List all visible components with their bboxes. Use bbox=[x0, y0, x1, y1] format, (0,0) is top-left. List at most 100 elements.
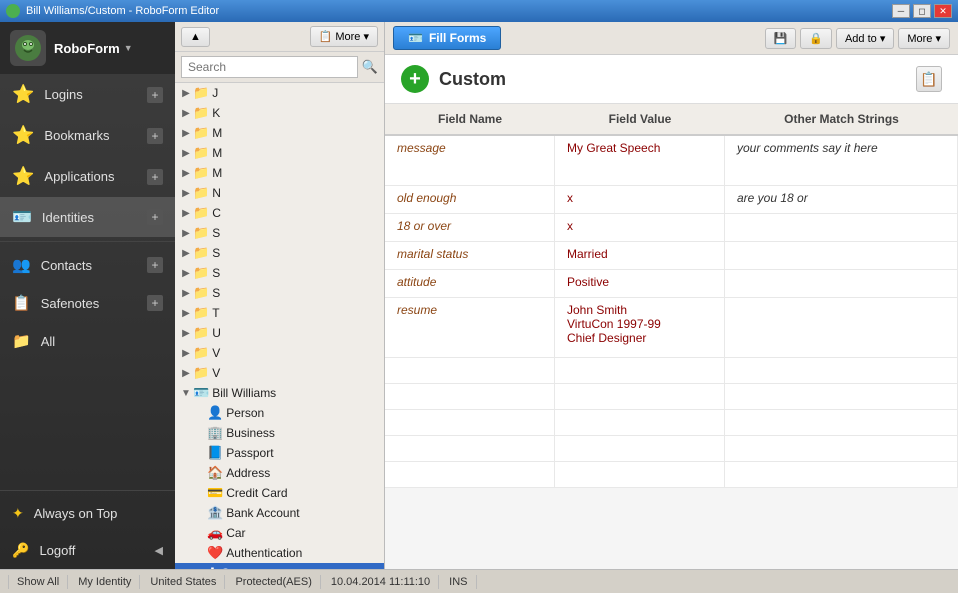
more-button[interactable]: 📋 More ▾ bbox=[310, 26, 378, 47]
safenotes-add-button[interactable]: + bbox=[147, 295, 163, 311]
tree-item-m3[interactable]: ▶ 📁 M bbox=[175, 163, 384, 183]
cell-field-name-old-enough: old enough bbox=[385, 186, 555, 213]
tree-toggle-bill[interactable]: ▼ bbox=[179, 388, 193, 399]
tree-item-s4[interactable]: ▶ 📁 S bbox=[175, 283, 384, 303]
tree-item-k[interactable]: ▶ 📁 K bbox=[175, 103, 384, 123]
tree-toggle-n[interactable]: ▶ bbox=[179, 188, 193, 199]
cell-other-match-message: your comments say it here bbox=[725, 136, 958, 185]
table-row[interactable]: old enough x are you 18 or bbox=[385, 186, 958, 214]
status-protection[interactable]: Protected(AES) bbox=[227, 575, 320, 589]
tree-item-c[interactable]: ▶ 📁 C bbox=[175, 203, 384, 223]
tree-item-s1[interactable]: ▶ 📁 S bbox=[175, 223, 384, 243]
logoff-icon: 🔑 bbox=[12, 542, 29, 559]
tree-item-person[interactable]: 👤 Person bbox=[175, 403, 384, 423]
table-row[interactable] bbox=[385, 436, 958, 462]
table-row[interactable]: message My Great Speech your comments sa… bbox=[385, 136, 958, 186]
safenotes-label: Safenotes bbox=[41, 296, 137, 311]
table-row[interactable] bbox=[385, 410, 958, 436]
tree-item-bank-account[interactable]: 🏦 Bank Account bbox=[175, 503, 384, 523]
cell-empty-5b bbox=[555, 462, 725, 487]
tree-item-credit-card[interactable]: 💳 Credit Card bbox=[175, 483, 384, 503]
close-button[interactable]: ✕ bbox=[934, 4, 952, 18]
status-show-all[interactable]: Show All bbox=[8, 575, 68, 589]
status-ins: INS bbox=[441, 575, 476, 589]
tree-toggle-k[interactable]: ▶ bbox=[179, 108, 193, 119]
tree-toggle-s1[interactable]: ▶ bbox=[179, 228, 193, 239]
sidebar-item-logoff[interactable]: 🔑 Logoff ◀ bbox=[0, 532, 175, 569]
tree-toggle-m1[interactable]: ▶ bbox=[179, 128, 193, 139]
tree-toggle-s4[interactable]: ▶ bbox=[179, 288, 193, 299]
tree-item-n[interactable]: ▶ 📁 N bbox=[175, 183, 384, 203]
content-area: + Custom 📋 Field Name Field Value Other … bbox=[385, 55, 958, 569]
lock-button[interactable]: 🔒 bbox=[800, 28, 832, 49]
sidebar-item-all[interactable]: 📁 All bbox=[0, 322, 175, 360]
search-icon[interactable]: 🔍 bbox=[362, 59, 378, 75]
bookmarks-add-button[interactable]: + bbox=[147, 128, 163, 144]
cell-field-name-attitude: attitude bbox=[385, 270, 555, 297]
table-row[interactable]: attitude Positive bbox=[385, 270, 958, 298]
applications-add-button[interactable]: + bbox=[147, 169, 163, 185]
tree-toggle-t[interactable]: ▶ bbox=[179, 308, 193, 319]
sidebar-item-identities[interactable]: 🪪 Identities + bbox=[0, 197, 175, 237]
sidebar-item-safenotes[interactable]: 📋 Safenotes + bbox=[0, 284, 175, 322]
tree-toggle-j[interactable]: ▶ bbox=[179, 88, 193, 99]
logins-icon: ⭐ bbox=[12, 84, 34, 105]
tree-item-authentication[interactable]: ❤️ Authentication bbox=[175, 543, 384, 563]
tree-toggle-c[interactable]: ▶ bbox=[179, 208, 193, 219]
sidebar-item-always-top[interactable]: ✦ Always on Top bbox=[0, 495, 175, 532]
minimize-button[interactable]: ─ bbox=[892, 4, 910, 18]
tree-item-s3[interactable]: ▶ 📁 S bbox=[175, 263, 384, 283]
status-identity[interactable]: My Identity bbox=[70, 575, 140, 589]
tree-item-business[interactable]: 🏢 Business bbox=[175, 423, 384, 443]
tree-item-car[interactable]: 🚗 Car bbox=[175, 523, 384, 543]
tree-item-s2[interactable]: ▶ 📁 S bbox=[175, 243, 384, 263]
sidebar: RoboForm ▼ ⭐ Logins + ⭐ Bookmarks + ⭐ Ap… bbox=[0, 22, 175, 569]
tree-toggle-s3[interactable]: ▶ bbox=[179, 268, 193, 279]
logins-add-button[interactable]: + bbox=[147, 87, 163, 103]
contacts-add-button[interactable]: + bbox=[147, 257, 163, 273]
cell-empty-1a bbox=[385, 358, 555, 383]
table-row[interactable] bbox=[385, 462, 958, 488]
tree-item-m2[interactable]: ▶ 📁 M bbox=[175, 143, 384, 163]
table-row[interactable]: resume John Smith VirtuCon 1997-99 Chief… bbox=[385, 298, 958, 358]
save-button[interactable]: 💾 bbox=[765, 28, 797, 49]
tree-container[interactable]: ▶ 📁 J ▶ 📁 K ▶ 📁 M ▶ 📁 M bbox=[175, 83, 384, 569]
tree-item-passport[interactable]: 📘 Passport bbox=[175, 443, 384, 463]
tree-item-u[interactable]: ▶ 📁 U bbox=[175, 323, 384, 343]
table-row[interactable] bbox=[385, 358, 958, 384]
copy-button[interactable]: 📋 bbox=[916, 66, 942, 92]
brand-label[interactable]: RoboForm ▼ bbox=[54, 41, 133, 56]
sidebar-divider-1 bbox=[0, 241, 175, 242]
tree-toggle-v2[interactable]: ▶ bbox=[179, 368, 193, 379]
sidebar-brand[interactable]: RoboForm ▼ bbox=[0, 22, 175, 74]
tree-item-m1[interactable]: ▶ 📁 M bbox=[175, 123, 384, 143]
tree-item-bill-williams[interactable]: ▼ 🪪 Bill Williams bbox=[175, 383, 384, 403]
tree-item-address[interactable]: 🏠 Address bbox=[175, 463, 384, 483]
back-button[interactable]: ▲ bbox=[181, 27, 210, 47]
add-to-button[interactable]: Add to ▾ bbox=[836, 28, 894, 49]
status-country[interactable]: United States bbox=[142, 575, 225, 589]
tree-item-v2[interactable]: ▶ 📁 V bbox=[175, 363, 384, 383]
more-right-button[interactable]: More ▾ bbox=[898, 28, 950, 49]
tree-toggle-s2[interactable]: ▶ bbox=[179, 248, 193, 259]
cell-empty-4a bbox=[385, 436, 555, 461]
sidebar-item-bookmarks[interactable]: ⭐ Bookmarks + bbox=[0, 115, 175, 156]
sidebar-item-applications[interactable]: ⭐ Applications + bbox=[0, 156, 175, 197]
restore-button[interactable]: ◻ bbox=[913, 4, 931, 18]
identities-add-button[interactable]: + bbox=[147, 209, 163, 225]
sidebar-item-logins[interactable]: ⭐ Logins + bbox=[0, 74, 175, 115]
tree-item-custom[interactable]: ✚ Custom bbox=[175, 563, 384, 569]
table-row[interactable]: marital status Married bbox=[385, 242, 958, 270]
tree-toggle-v1[interactable]: ▶ bbox=[179, 348, 193, 359]
search-input[interactable] bbox=[181, 56, 358, 78]
tree-item-j[interactable]: ▶ 📁 J bbox=[175, 83, 384, 103]
table-row[interactable] bbox=[385, 384, 958, 410]
tree-item-v1[interactable]: ▶ 📁 V bbox=[175, 343, 384, 363]
tree-toggle-u[interactable]: ▶ bbox=[179, 328, 193, 339]
tree-toggle-m3[interactable]: ▶ bbox=[179, 168, 193, 179]
fill-forms-button[interactable]: 🪪 Fill Forms bbox=[393, 26, 501, 50]
sidebar-item-contacts[interactable]: 👥 Contacts + bbox=[0, 246, 175, 284]
tree-item-t[interactable]: ▶ 📁 T bbox=[175, 303, 384, 323]
table-row[interactable]: 18 or over x bbox=[385, 214, 958, 242]
tree-toggle-m2[interactable]: ▶ bbox=[179, 148, 193, 159]
